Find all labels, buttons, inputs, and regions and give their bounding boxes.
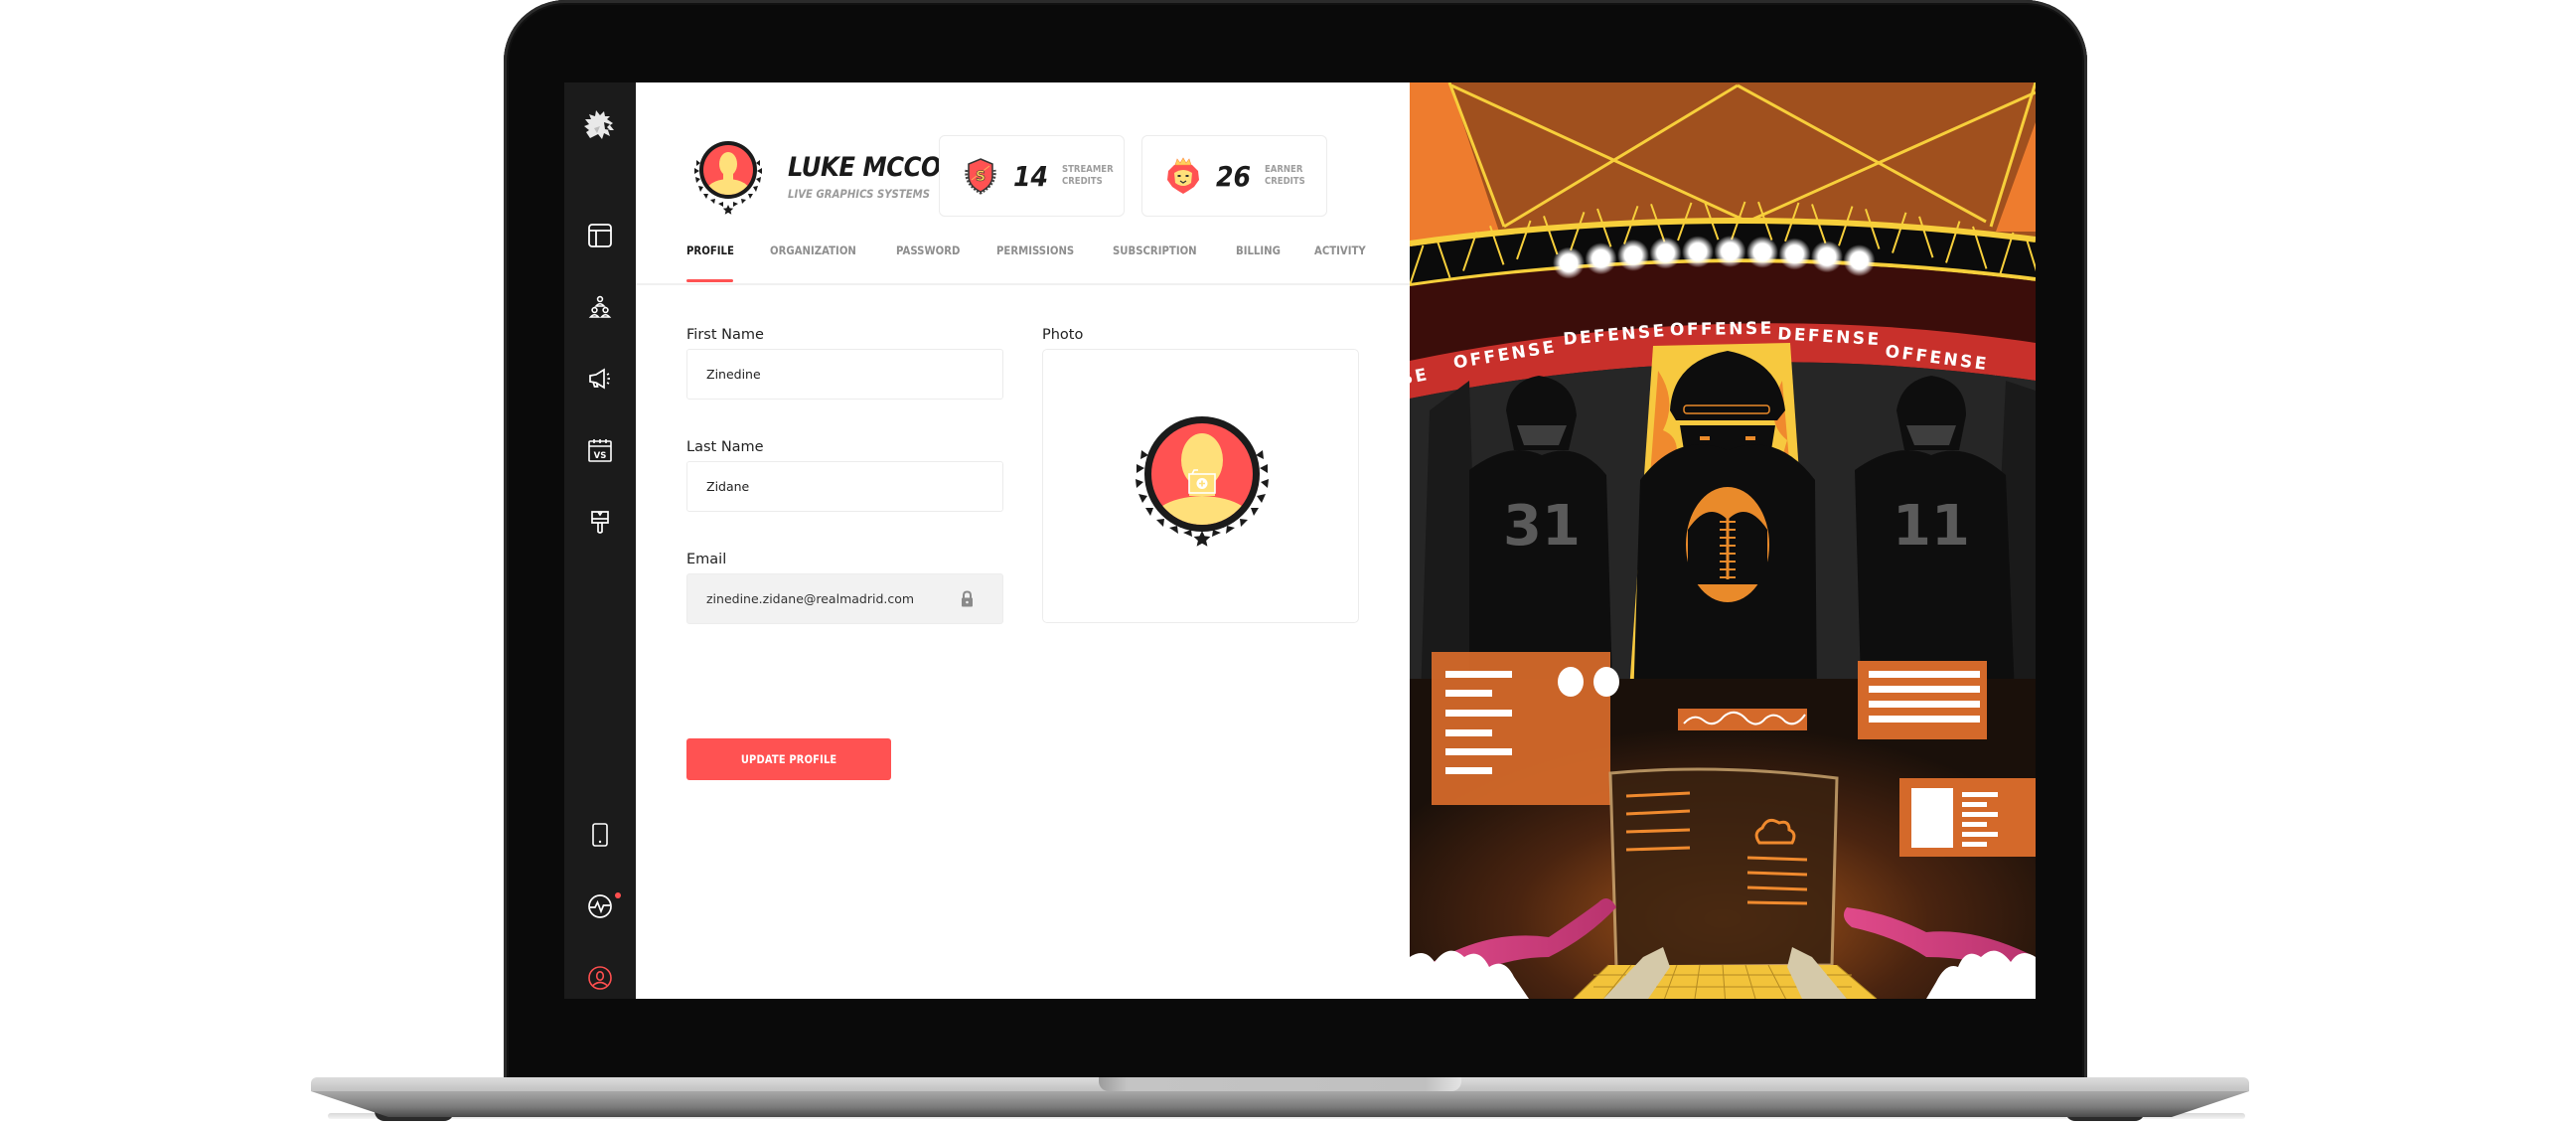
brand-logo[interactable] (564, 104, 636, 148)
user-name: LUKE MCCOY (788, 151, 957, 183)
earner-credits-label: EARNER CREDITS (1264, 164, 1305, 187)
stadium-light (1585, 242, 1617, 275)
megaphone-icon (589, 368, 610, 390)
stadium-light (1843, 244, 1876, 277)
email-input[interactable] (686, 573, 1003, 624)
svg-text:S: S (976, 169, 985, 185)
settings-tabs: PROFILE ORGANIZATION PASSWORD PERMISSION… (686, 243, 1377, 279)
stadium-light (1746, 236, 1778, 268)
sidebar-item-branding[interactable] (564, 502, 636, 542)
earner-credits-card[interactable]: 26 EARNER CREDITS (1141, 135, 1327, 217)
laptop-notch (1099, 1077, 1461, 1091)
stadium-light (1682, 236, 1714, 268)
tab-profile[interactable]: PROFILE (686, 243, 734, 279)
notification-dot (615, 892, 621, 898)
jersey-number-right: 11 (1893, 494, 1970, 559)
streamer-credits-label: STREAMER CREDITS (1061, 164, 1114, 187)
user-avatar-badge (694, 141, 762, 215)
last-name-label: Last Name (686, 439, 764, 455)
users-group-icon (588, 295, 612, 318)
calendar-vs-icon: VS (588, 439, 612, 462)
streamer-credits-card[interactable]: S 14 STREAMER CREDITS (939, 135, 1125, 217)
layout-icon (588, 224, 612, 247)
update-profile-button[interactable]: UPDATE PROFILE (686, 738, 891, 780)
streamer-credits-value: 14 (1013, 159, 1049, 193)
photo-upload[interactable] (1042, 349, 1359, 623)
laptop-base (311, 1077, 2249, 1117)
stadium-light (1778, 238, 1811, 270)
shield-s-badge-icon: S (965, 158, 996, 195)
sidebar-item-dashboard[interactable] (564, 216, 636, 255)
photo-avatar-badge (1136, 416, 1269, 547)
sidebar-item-profile[interactable] (564, 958, 636, 998)
sidebar-item-campaigns[interactable] (564, 359, 636, 399)
tab-activity[interactable]: ACTIVITY (1314, 243, 1366, 279)
photo-label: Photo (1042, 327, 1084, 343)
last-name-input[interactable] (686, 461, 1003, 512)
laptop-mockup: VS LUKE MCCOY LIVE GRAPHICS SYSTEMS S 14… (0, 0, 2576, 1126)
stadium-light (1649, 237, 1682, 269)
tab-subscription[interactable]: SUBSCRIPTION (1113, 243, 1197, 279)
jersey-number-left: 31 (1503, 494, 1581, 559)
lion-logo-icon (584, 110, 614, 139)
active-tab-indicator (686, 279, 733, 282)
user-organization: LIVE GRAPHICS SYSTEMS (788, 186, 931, 201)
tab-organization[interactable]: ORGANIZATION (770, 243, 856, 279)
first-name-input[interactable] (686, 349, 1003, 400)
lion-crown-badge-icon (1167, 157, 1199, 194)
user-circle-icon (588, 966, 612, 990)
sidebar-item-devices[interactable] (564, 815, 636, 855)
tabs-divider (636, 283, 1410, 285)
tab-permissions[interactable]: PERMISSIONS (996, 243, 1074, 279)
tab-password[interactable]: PASSWORD (896, 243, 960, 279)
svg-text:VS: VS (594, 451, 607, 461)
banner-word: OFFENSE (1670, 319, 1774, 341)
sidebar: VS (564, 82, 636, 999)
sidebar-item-matches[interactable]: VS (564, 430, 636, 470)
stadium-light (1811, 241, 1843, 273)
user-header: LUKE MCCOY LIVE GRAPHICS SYSTEMS (686, 136, 975, 216)
email-label: Email (686, 552, 727, 567)
tablet-icon (592, 823, 608, 847)
sidebar-item-teams[interactable] (564, 287, 636, 327)
football-arena-illustration: SEOFFENSEDEFENSEOFFENSEDEFENSEOFFENSEDEF… (1410, 82, 2036, 999)
profile-panel: LUKE MCCOY LIVE GRAPHICS SYSTEMS S 14 ST… (636, 82, 1410, 999)
stadium-light (1714, 236, 1746, 268)
sidebar-item-activity[interactable] (564, 886, 636, 926)
laptop-screen: VS LUKE MCCOY LIVE GRAPHICS SYSTEMS S 14… (564, 82, 2036, 999)
first-name-label: First Name (686, 327, 764, 343)
stadium-light (1553, 246, 1585, 279)
tab-billing[interactable]: BILLING (1236, 243, 1281, 279)
stadium-light (1617, 239, 1649, 271)
earner-credits-value: 26 (1216, 159, 1252, 193)
lock-icon (962, 590, 973, 607)
pulse-icon (588, 894, 612, 918)
paintbrush-icon (591, 511, 609, 534)
hero-illustration: SEOFFENSEDEFENSEOFFENSEDEFENSEOFFENSEDEF… (1410, 82, 2036, 999)
